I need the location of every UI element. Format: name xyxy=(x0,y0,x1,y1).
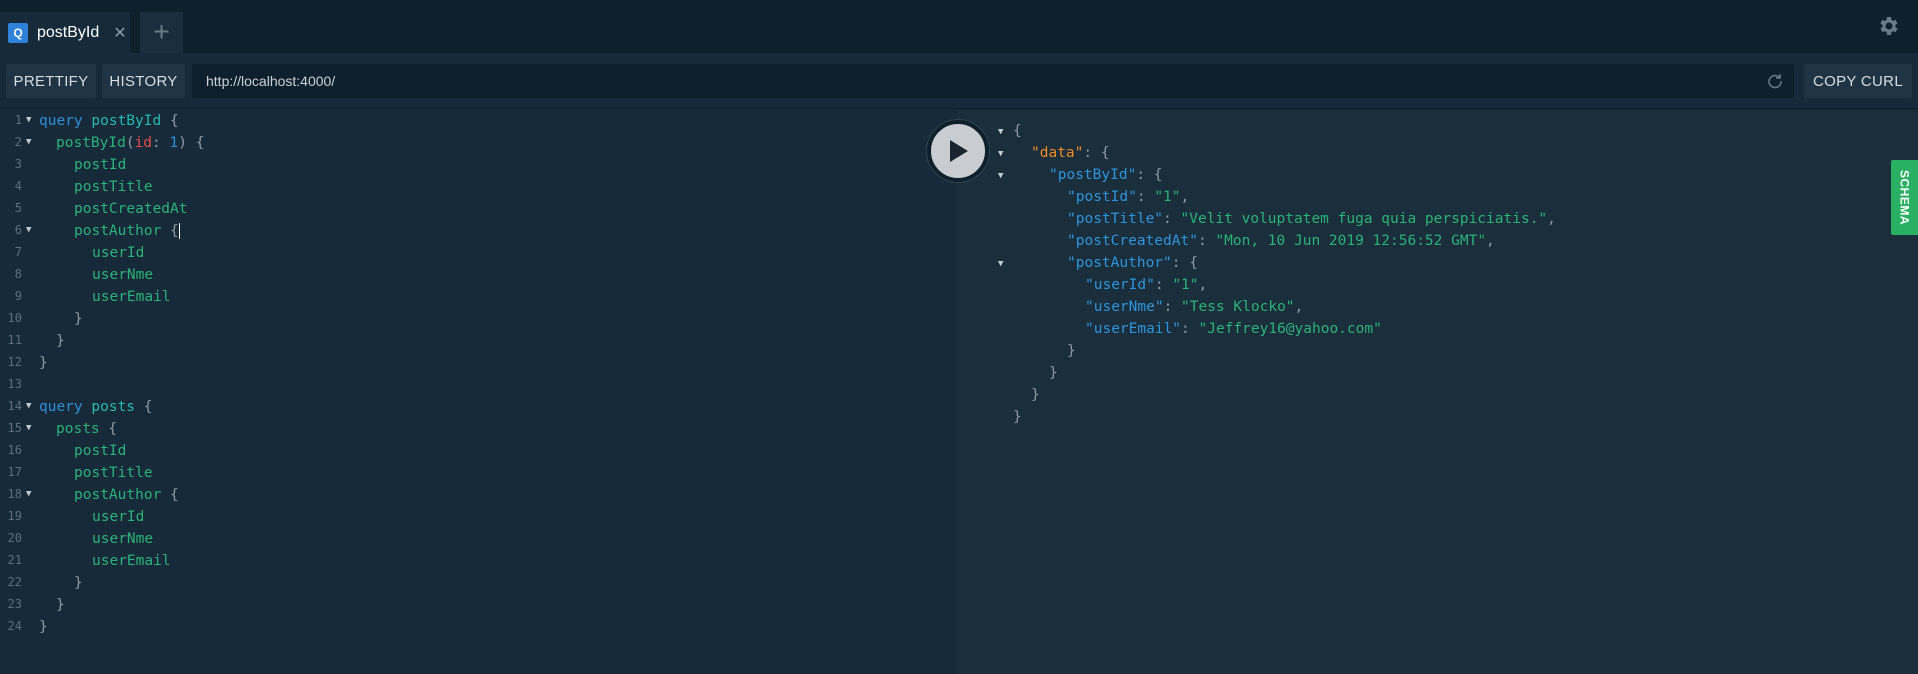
code-line: userEmail xyxy=(92,289,171,305)
line-number: 8 xyxy=(14,267,22,281)
code-line: postId xyxy=(74,443,127,459)
fold-arrow-icon[interactable]: ▼ xyxy=(26,423,31,433)
play-icon xyxy=(950,140,968,162)
query-editor[interactable]: 1 2 3 4 5 6 7 8 9 10 11 12 13 14 15 16 1… xyxy=(0,110,957,674)
code-line: } xyxy=(74,311,83,327)
json-line: "userEmail": "Jeffrey16@yahoo.com" xyxy=(1085,321,1382,337)
json-line: "data": { xyxy=(1031,145,1110,161)
line-number: 17 xyxy=(7,465,22,479)
line-number: 11 xyxy=(7,333,22,347)
line-number: 20 xyxy=(7,531,22,545)
json-line: "postAuthor": { xyxy=(1067,255,1198,271)
line-number: 3 xyxy=(14,157,22,171)
json-line: "postById": { xyxy=(1049,167,1163,183)
json-line: { xyxy=(1013,123,1022,139)
add-tab-button[interactable]: + xyxy=(140,12,183,53)
fold-arrow-icon[interactable]: ▼ xyxy=(26,489,31,499)
toolbar: PRETTIFY HISTORY http://localhost:4000/ … xyxy=(0,53,1918,109)
code-line: postById(id: 1) { xyxy=(56,135,205,151)
line-number: 15 xyxy=(7,421,22,435)
code-line: userId xyxy=(92,245,145,261)
line-number: 5 xyxy=(14,201,22,215)
copy-curl-button[interactable]: COPY CURL xyxy=(1804,64,1912,98)
line-number: 2 xyxy=(14,135,22,149)
line-number: 24 xyxy=(7,619,22,633)
code-line: postTitle xyxy=(74,465,153,481)
code-line: } xyxy=(74,575,83,591)
line-number: 16 xyxy=(7,443,22,457)
json-line: } xyxy=(1067,343,1076,359)
reload-icon[interactable] xyxy=(1766,72,1784,90)
line-number: 4 xyxy=(14,179,22,193)
code-line: query posts { xyxy=(39,399,153,415)
code-line: posts { xyxy=(56,421,118,437)
tab-bar: Q postById ✕ + xyxy=(0,0,1918,53)
endpoint-url-text: http://localhost:4000/ xyxy=(206,73,336,89)
fold-arrow-icon[interactable]: ▼ xyxy=(998,149,1003,159)
fold-arrow-icon[interactable]: ▼ xyxy=(998,171,1003,181)
json-line: } xyxy=(1049,365,1058,381)
code-line: userNme xyxy=(92,531,154,547)
tab-postById[interactable]: Q postById ✕ xyxy=(0,12,130,53)
code-line: postId xyxy=(74,157,127,173)
code-line: userId xyxy=(92,509,145,525)
code-line: postTitle xyxy=(74,179,153,195)
code-line: postAuthor { xyxy=(74,487,179,503)
prettify-button[interactable]: PRETTIFY xyxy=(6,64,96,98)
json-line: "userNme": "Tess Klocko", xyxy=(1085,299,1304,315)
line-number: 21 xyxy=(7,553,22,567)
schema-tab-button[interactable]: SCHEMA xyxy=(1891,160,1918,235)
code-line: } xyxy=(39,355,48,371)
code-line: } xyxy=(39,619,48,635)
code-line: } xyxy=(56,597,65,613)
fold-arrow-icon[interactable]: ▼ xyxy=(26,225,31,235)
text-cursor xyxy=(178,223,180,239)
line-number: 9 xyxy=(14,289,22,303)
code-line: userNme xyxy=(92,267,154,283)
query-tab-icon: Q xyxy=(8,22,28,43)
fold-arrow-icon[interactable]: ▼ xyxy=(26,401,31,411)
json-line: } xyxy=(1013,409,1022,425)
line-number: 13 xyxy=(7,377,22,391)
fold-arrow-icon[interactable]: ▼ xyxy=(998,259,1003,269)
gear-icon[interactable] xyxy=(1876,14,1900,38)
line-number: 18 xyxy=(7,487,22,501)
line-number: 12 xyxy=(7,355,22,369)
json-line: "postCreatedAt": "Mon, 10 Jun 2019 12:56… xyxy=(1067,233,1495,249)
endpoint-url-input[interactable]: http://localhost:4000/ xyxy=(192,64,1794,98)
code-line: postCreatedAt xyxy=(74,201,188,217)
code-line: userEmail xyxy=(92,553,171,569)
execute-query-button[interactable] xyxy=(927,120,989,182)
line-number: 14 xyxy=(7,399,22,413)
history-button[interactable]: HISTORY xyxy=(102,64,185,98)
json-line: "postTitle": "Velit voluptatem fuga quia… xyxy=(1067,211,1556,227)
json-line: } xyxy=(1031,387,1040,403)
line-number: 1 xyxy=(14,113,22,127)
fold-arrow-icon[interactable]: ▼ xyxy=(26,137,31,147)
line-number: 22 xyxy=(7,575,22,589)
fold-arrow-icon[interactable]: ▼ xyxy=(998,127,1003,137)
result-viewer[interactable]: ▼ ▼ ▼ ▼ { "data": { "postById": { "postI… xyxy=(957,110,1918,674)
line-number: 19 xyxy=(7,509,22,523)
close-icon[interactable]: ✕ xyxy=(113,23,126,43)
json-line: "userId": "1", xyxy=(1085,277,1208,293)
code-line: } xyxy=(56,333,65,349)
line-number: 10 xyxy=(7,311,22,325)
tab-title: postById xyxy=(37,23,100,41)
line-number: 6 xyxy=(14,223,22,237)
line-number: 7 xyxy=(14,245,22,259)
code-line: postAuthor { xyxy=(74,223,180,239)
code-line: query postById { xyxy=(39,113,179,129)
line-number: 23 xyxy=(7,597,22,611)
fold-arrow-icon[interactable]: ▼ xyxy=(26,115,31,125)
json-line: "postId": "1", xyxy=(1067,189,1190,205)
